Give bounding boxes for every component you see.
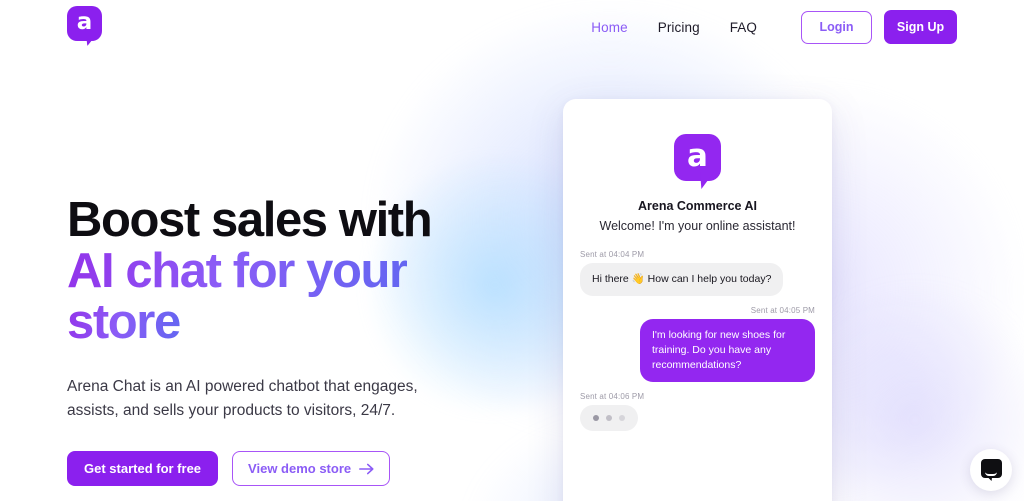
hero-headline-line-1: Boost sales with — [67, 193, 433, 247]
hero-headline-line-3: store — [67, 295, 181, 349]
hero-subtitle: Arena Chat is an AI powered chatbot that… — [67, 378, 418, 419]
chat-message-thread: Sent at 04:04 PM Hi there 👋 How can I he… — [563, 233, 832, 431]
message-timestamp: Sent at 04:05 PM — [750, 306, 815, 315]
chat-message-row: Sent at 04:04 PM Hi there 👋 How can I he… — [580, 250, 815, 296]
launcher-bubble-smile — [985, 472, 997, 476]
bot-message-bubble: Hi there 👋 How can I help you today? — [580, 263, 784, 296]
chat-welcome-message: Welcome! I'm your online assistant! — [599, 219, 796, 233]
nav-item-pricing[interactable]: Pricing — [643, 20, 715, 35]
user-message-bubble: I'm looking for new shoes for training. … — [640, 319, 815, 382]
arrow-right-icon — [359, 463, 374, 474]
main-navigation: Home Pricing FAQ Login Sign Up — [576, 0, 957, 54]
arena-commerce-ai-logo-icon: a — [674, 134, 721, 190]
chat-message-row: Sent at 04:06 PM — [580, 392, 815, 431]
signup-button[interactable]: Sign Up — [884, 10, 957, 44]
login-button[interactable]: Login — [801, 10, 872, 44]
hero-cta-group: Get started for free View demo store — [67, 451, 537, 486]
message-timestamp: Sent at 04:06 PM — [580, 392, 645, 401]
get-started-button[interactable]: Get started for free — [67, 451, 219, 486]
brand-logo-link[interactable]: a — [67, 6, 103, 48]
nav-item-home[interactable]: Home — [576, 20, 642, 35]
logo-letter: a — [76, 9, 93, 35]
chat-logo-letter: a — [687, 137, 708, 174]
site-header: a Home Pricing FAQ Login Sign Up — [0, 0, 1024, 54]
hero-headline: Boost sales with AI chat for your store — [67, 195, 537, 348]
typing-dot — [606, 415, 612, 421]
typing-dot — [593, 415, 599, 421]
chat-widget-header: a Arena Commerce AI Welcome! I'm your on… — [563, 99, 832, 233]
chat-message-row: Sent at 04:05 PM I'm looking for new sho… — [580, 306, 815, 382]
view-demo-store-button[interactable]: View demo store — [232, 451, 391, 486]
message-timestamp: Sent at 04:04 PM — [580, 250, 645, 259]
hero-headline-line-2: AI chat for your — [67, 244, 408, 298]
chat-preview-card: a Arena Commerce AI Welcome! I'm your on… — [563, 99, 832, 501]
chat-launcher-button[interactable] — [970, 449, 1012, 491]
typing-dots-icon — [593, 415, 625, 421]
typing-indicator-bubble — [580, 405, 638, 431]
view-demo-store-label: View demo store — [248, 461, 352, 476]
chat-agent-name: Arena Commerce AI — [637, 199, 758, 213]
hero-section: Boost sales with AI chat for your store … — [67, 195, 537, 486]
typing-dot — [619, 415, 625, 421]
nav-item-faq[interactable]: FAQ — [715, 20, 772, 35]
intercom-chat-launcher-icon — [980, 459, 1002, 481]
